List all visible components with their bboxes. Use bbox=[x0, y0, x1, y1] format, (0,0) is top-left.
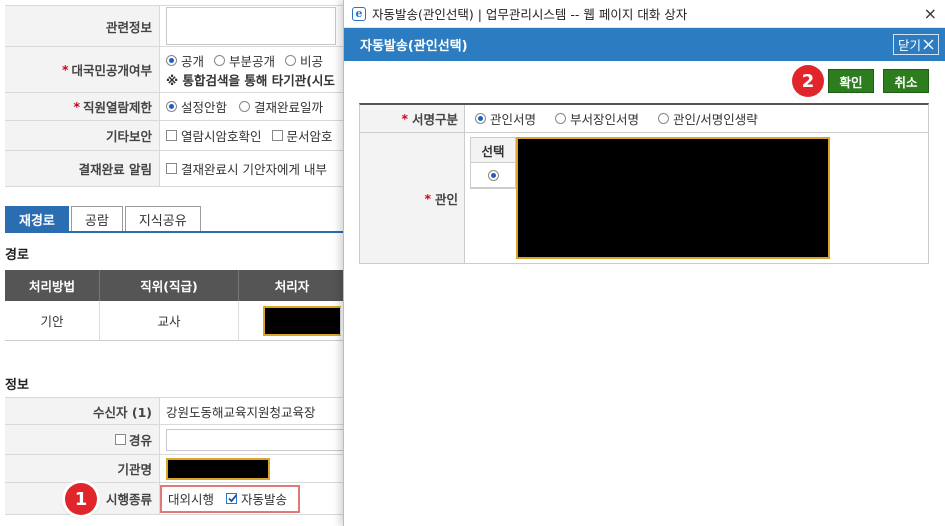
header-processor: 처리자 bbox=[274, 279, 310, 294]
auto-send-dialog: e 자동발송(관인선택) | 업무관리시스템 -- 웹 페이지 대화 상자 × … bbox=[343, 0, 945, 526]
send-type-value: 대외시행 bbox=[168, 492, 215, 507]
header-method: 처리방법 bbox=[5, 270, 100, 301]
ie-browser-icon: e bbox=[352, 6, 366, 21]
recipient-section-title: 정보 bbox=[5, 378, 29, 393]
close-icon bbox=[923, 39, 934, 50]
row-method: 기안 bbox=[5, 301, 100, 340]
step-badge-2: 2 bbox=[792, 65, 824, 97]
redacted-seal-image bbox=[516, 137, 830, 259]
tab-underline bbox=[5, 231, 345, 233]
step-badge-1: 1 bbox=[65, 483, 97, 515]
tab-knowledge-share[interactable]: 지식공유 bbox=[124, 206, 201, 232]
completion-alert-label: 결재완료 알림 bbox=[5, 151, 160, 186]
seal-select-column: 선택 bbox=[470, 137, 516, 189]
recipient-value: 강원도동해교육지원청교육장 bbox=[166, 404, 316, 420]
route-section-title: 경로 bbox=[5, 248, 29, 263]
via-label: 경유 bbox=[5, 425, 160, 454]
cancel-button[interactable]: 취소 bbox=[883, 69, 929, 93]
dialog-header: 자동발송(관인선택) 닫기 bbox=[344, 28, 945, 61]
restriction-until-complete-radio[interactable] bbox=[239, 101, 251, 112]
select-header: 선택 bbox=[471, 138, 515, 163]
form-row-via: 경유 bbox=[5, 425, 345, 455]
form-row-other-security: 기타보안 열람시암호확인 문서암호 bbox=[5, 121, 345, 151]
sign-option-omit[interactable]: 관인/서명인생략 bbox=[658, 109, 758, 128]
window-title: 자동발송(관인선택) | 업무관리시스템 -- 웹 페이지 대화 상자 bbox=[372, 7, 688, 22]
tab-route[interactable]: 재경로 bbox=[5, 206, 69, 232]
related-info-value bbox=[160, 6, 345, 46]
form-row-related-info: 관련정보 bbox=[5, 5, 345, 47]
form-row-completion-alert: 결재완료 알림 결재완료시 기안자에게 내부 bbox=[5, 151, 345, 187]
staff-restriction-label: * 직원열람제한 bbox=[5, 93, 160, 120]
disclosure-private-radio[interactable] bbox=[285, 54, 297, 66]
form-row-staff-restriction: * 직원열람제한 설정안함 결재완료일까 bbox=[5, 93, 345, 121]
sign-option-omit-radio[interactable] bbox=[658, 113, 670, 124]
auto-send-label: 자동발송 bbox=[241, 492, 288, 507]
route-table: 처리방법 직위(직급) 처리자 기안 교사 bbox=[5, 270, 345, 341]
disclosure-public-radio[interactable] bbox=[166, 54, 177, 66]
form-row-recipient: 수신자 (1) 강원도동해교육지원청교육장 bbox=[5, 397, 345, 425]
form-row-public-disclosure: * 대국민공개여부 공개 부분공개 비공 ※ 통합검색을 통해 타기관(시도 bbox=[5, 47, 345, 93]
seal-selection-table: * 서명구분 관인서명 부서장인서명 관인/서명인생략 * 관인 선택 bbox=[359, 103, 929, 264]
sign-option-seal-radio[interactable] bbox=[475, 113, 486, 124]
sign-option-dept-head-radio[interactable] bbox=[555, 113, 567, 124]
dialog-close-button[interactable]: 닫기 bbox=[892, 34, 939, 55]
view-password-checkbox[interactable] bbox=[166, 130, 177, 141]
sign-type-label: * 서명구분 bbox=[360, 105, 465, 132]
check-mark-icon bbox=[228, 494, 238, 503]
disclosure-note: ※ 통합검색을 통해 타기관(시도 bbox=[166, 72, 335, 88]
doc-password-checkbox[interactable] bbox=[271, 130, 283, 141]
route-table-header: 처리방법 직위(직급) 처리자 bbox=[5, 270, 345, 301]
completion-alert-checkbox[interactable] bbox=[166, 163, 177, 174]
tab-bar: 재경로 공람 지식공유 bbox=[5, 206, 203, 232]
restriction-none-radio[interactable] bbox=[166, 101, 177, 112]
related-info-input[interactable] bbox=[166, 7, 336, 45]
via-input[interactable] bbox=[166, 428, 345, 451]
confirm-button[interactable]: 확인 bbox=[828, 69, 874, 93]
other-security-label: 기타보안 bbox=[5, 121, 160, 150]
sign-option-dept-head[interactable]: 부서장인서명 bbox=[555, 109, 639, 128]
org-name-label: 기관명 bbox=[5, 455, 160, 482]
seal-row: * 관인 선택 bbox=[360, 133, 928, 263]
seal-select-radio[interactable] bbox=[487, 169, 499, 181]
seal-label: * 관인 bbox=[360, 133, 465, 263]
form-row-org-name: 기관명 bbox=[5, 455, 345, 483]
header-position: 직위(직급) bbox=[100, 270, 239, 301]
redacted-org-name bbox=[166, 457, 270, 480]
related-info-label: 관련정보 bbox=[5, 6, 160, 46]
public-disclosure-value: 공개 부분공개 비공 ※ 통합검색을 통해 타기관(시도 bbox=[160, 47, 345, 92]
via-checkbox[interactable] bbox=[114, 434, 126, 445]
sign-option-seal[interactable]: 관인서명 bbox=[475, 109, 536, 128]
disclosure-partial-radio[interactable] bbox=[214, 54, 226, 66]
window-close-icon[interactable]: × bbox=[924, 4, 937, 23]
tab-review[interactable]: 공람 bbox=[70, 206, 123, 232]
auto-send-checkbox[interactable] bbox=[226, 493, 238, 504]
sign-type-row: * 서명구분 관인서명 부서장인서명 관인/서명인생략 bbox=[360, 105, 928, 133]
recipient-label: 수신자 (1) bbox=[5, 398, 160, 424]
public-disclosure-label: * 대국민공개여부 bbox=[5, 47, 160, 92]
redacted-processor-name bbox=[263, 305, 341, 336]
form-row-send-type: 시행종류 대외시행 자동발송 bbox=[5, 483, 345, 515]
row-position: 교사 bbox=[100, 301, 239, 340]
table-row[interactable]: 기안 교사 bbox=[5, 301, 345, 341]
send-type-highlight: 대외시행 자동발송 bbox=[160, 484, 300, 513]
dialog-title: 자동발송(관인선택) bbox=[360, 39, 468, 54]
window-titlebar: e 자동발송(관인선택) | 업무관리시스템 -- 웹 페이지 대화 상자 × bbox=[344, 0, 945, 28]
